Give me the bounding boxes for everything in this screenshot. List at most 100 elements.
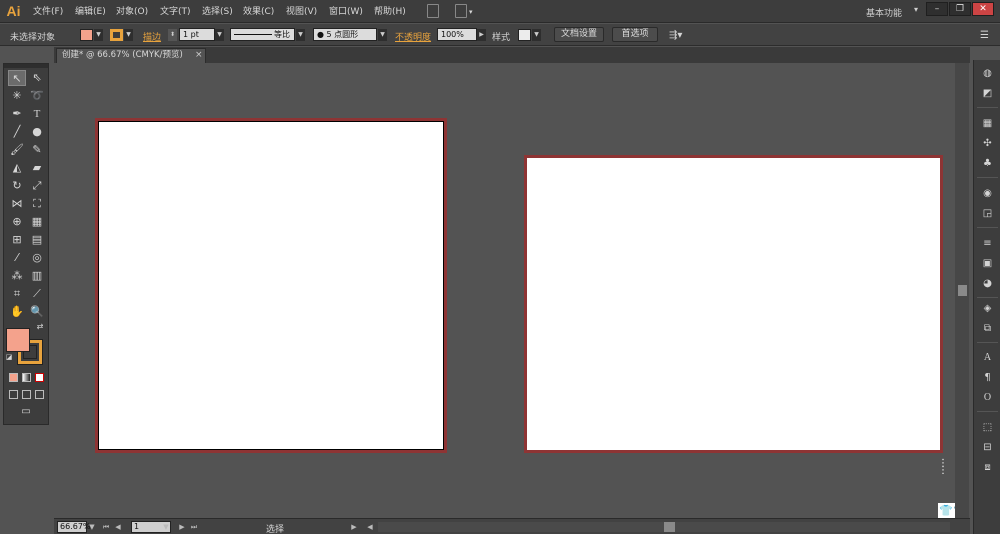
ellipse-tool-icon[interactable]: ●	[28, 124, 46, 140]
character-icon[interactable]: A	[979, 350, 996, 366]
arrange-dropdown-icon[interactable]: ▾	[469, 6, 473, 18]
symbols-icon[interactable]: ♣	[979, 156, 996, 172]
scroll-left-icon[interactable]: ◀	[366, 521, 374, 533]
pathfinder-icon[interactable]: ⧈	[979, 460, 996, 476]
scale-tool-icon[interactable]: ⤢	[28, 178, 46, 194]
gradient-panel-icon[interactable]: ▣	[979, 256, 996, 272]
canvas-area[interactable]	[54, 63, 970, 518]
profile-dropdown-icon[interactable]: ▼	[296, 29, 305, 41]
draw-behind-icon[interactable]	[22, 390, 31, 399]
minimize-button[interactable]: –	[926, 2, 948, 16]
bridge-icon[interactable]	[427, 4, 439, 18]
variable-width-profile[interactable]: 等比	[230, 28, 295, 41]
arrange-documents-icon[interactable]	[455, 4, 467, 18]
style-dropdown-icon[interactable]: ▼	[532, 29, 541, 41]
gradient-mode-icon[interactable]	[22, 373, 31, 382]
line-segment-tool-icon[interactable]: ╱	[8, 124, 26, 140]
free-transform-tool-icon[interactable]: ⛶	[28, 196, 46, 212]
menu-file[interactable]: 文件(F)	[33, 6, 63, 18]
swap-fill-stroke-icon[interactable]: ⇄	[34, 322, 46, 332]
zoom-tool-icon[interactable]: 🔍	[28, 304, 46, 320]
eyedropper-tool-icon[interactable]: ⁄	[8, 250, 26, 266]
horizontal-scrollbar[interactable]	[378, 522, 950, 532]
document-setup-button[interactable]: 文档设置	[554, 27, 604, 42]
width-tool-icon[interactable]: ⋈	[8, 196, 26, 212]
stroke-swatch[interactable]	[110, 29, 123, 41]
close-button[interactable]: ✕	[972, 2, 994, 16]
stroke-dropdown-icon[interactable]: ▼	[124, 29, 133, 41]
paragraph-icon[interactable]: ¶	[979, 370, 996, 386]
next-artboard-icon[interactable]: ▶	[178, 521, 186, 533]
fill-color-swatch[interactable]	[6, 328, 30, 352]
chevron-down-icon[interactable]: ▾	[914, 5, 918, 14]
zoom-field[interactable]: 66.67%	[57, 521, 91, 533]
pencil-tool-icon[interactable]: ✎	[28, 142, 46, 158]
pen-tool-icon[interactable]: ✒	[8, 106, 26, 122]
menu-effect[interactable]: 效果(C)	[243, 6, 274, 18]
selection-tool-icon[interactable]: ↖	[8, 70, 26, 86]
color-guide-icon[interactable]: ◍	[979, 66, 996, 82]
lasso-tool-icon[interactable]: ➰	[28, 88, 46, 104]
prev-artboard-icon[interactable]: ◀	[114, 521, 122, 533]
column-graph-tool-icon[interactable]: ▥	[28, 268, 46, 284]
restore-button[interactable]: ❐	[949, 2, 971, 16]
menu-edit[interactable]: 编辑(E)	[75, 6, 106, 18]
fill-dropdown-icon[interactable]: ▼	[94, 29, 103, 41]
menu-view[interactable]: 视图(V)	[286, 6, 317, 18]
transform-icon[interactable]: ⬚	[979, 420, 996, 436]
direct-selection-tool-icon[interactable]: ⇖	[28, 70, 46, 86]
none-mode-icon[interactable]	[35, 373, 44, 382]
stroke-weight-dropdown-icon[interactable]: ▼	[215, 29, 224, 41]
menu-type[interactable]: 文字(T)	[160, 6, 191, 18]
layers-icon[interactable]: ◈	[979, 301, 996, 317]
appearance-icon[interactable]: ◉	[979, 186, 996, 202]
opacity-label[interactable]: 不透明度	[395, 30, 431, 43]
paintbrush-tool-icon[interactable]: 🖌	[8, 142, 26, 158]
tshirt-icon[interactable]: 👕	[939, 503, 953, 518]
panel-menu-icon[interactable]: ☰	[980, 30, 989, 41]
document-tab[interactable]: 创建* @ 66.67% (CMYK/预览) ×	[56, 48, 206, 63]
magic-wand-tool-icon[interactable]: ✳	[8, 88, 26, 104]
graphic-styles-icon[interactable]: ◲	[979, 206, 996, 222]
swatches-icon[interactable]: ▦	[979, 116, 996, 132]
opentype-icon[interactable]: O	[979, 390, 996, 406]
brushes-icon[interactable]: ✣	[979, 136, 996, 152]
preferences-button[interactable]: 首选项	[612, 27, 658, 42]
eraser-tool-icon[interactable]: ▰	[28, 160, 46, 176]
gradient-tool-icon[interactable]: ▤	[28, 232, 46, 248]
stroke-stepper-icon[interactable]: ⬍	[168, 29, 177, 41]
menu-window[interactable]: 窗口(W)	[329, 6, 363, 18]
mesh-tool-icon[interactable]: ⊞	[8, 232, 26, 248]
screen-mode-icon[interactable]: ▭	[16, 405, 36, 419]
artboard-tool-icon[interactable]: ⌗	[8, 286, 26, 302]
fill-swatch[interactable]	[80, 29, 93, 41]
brush-dropdown-icon[interactable]: ▼	[378, 29, 387, 41]
tab-close-icon[interactable]: ×	[195, 49, 203, 62]
perspective-grid-tool-icon[interactable]: ▦	[28, 214, 46, 230]
transparency-icon[interactable]: ◕	[979, 276, 996, 292]
artboard-2[interactable]	[527, 158, 940, 450]
stroke-weight-field[interactable]: 1 pt	[179, 28, 215, 41]
workspace-switcher[interactable]: 基本功能	[866, 6, 902, 19]
opacity-dropdown-icon[interactable]: ▶	[477, 29, 486, 41]
color-panel-icon[interactable]: ◩	[979, 86, 996, 102]
type-tool-icon[interactable]: T	[28, 106, 46, 122]
stroke-label[interactable]: 描边	[143, 30, 161, 43]
draw-inside-icon[interactable]	[35, 390, 44, 399]
tools-panel-grip[interactable]	[4, 64, 48, 68]
align-options-icon[interactable]: ⇶▾	[669, 30, 682, 41]
artboard-dropdown-icon[interactable]: ▼	[162, 521, 170, 533]
vertical-scrollbar[interactable]	[955, 63, 969, 518]
brush-definition-field[interactable]: ● 5 点圆形	[313, 28, 377, 41]
artboards-panel-icon[interactable]: ⧉	[979, 321, 996, 337]
stroke-panel-icon[interactable]: ≡	[979, 236, 996, 252]
symbol-sprayer-tool-icon[interactable]: ⁂	[8, 268, 26, 284]
align-icon[interactable]: ⊟	[979, 440, 996, 456]
horizontal-scroll-thumb[interactable]	[664, 522, 675, 532]
opacity-field[interactable]: 100%	[437, 28, 477, 41]
color-mode-icon[interactable]	[9, 373, 18, 382]
status-menu-icon[interactable]: ▶	[350, 521, 358, 533]
shape-builder-tool-icon[interactable]: ⊕	[8, 214, 26, 230]
menu-help[interactable]: 帮助(H)	[374, 6, 406, 18]
zoom-dropdown-icon[interactable]: ▼	[88, 521, 96, 533]
